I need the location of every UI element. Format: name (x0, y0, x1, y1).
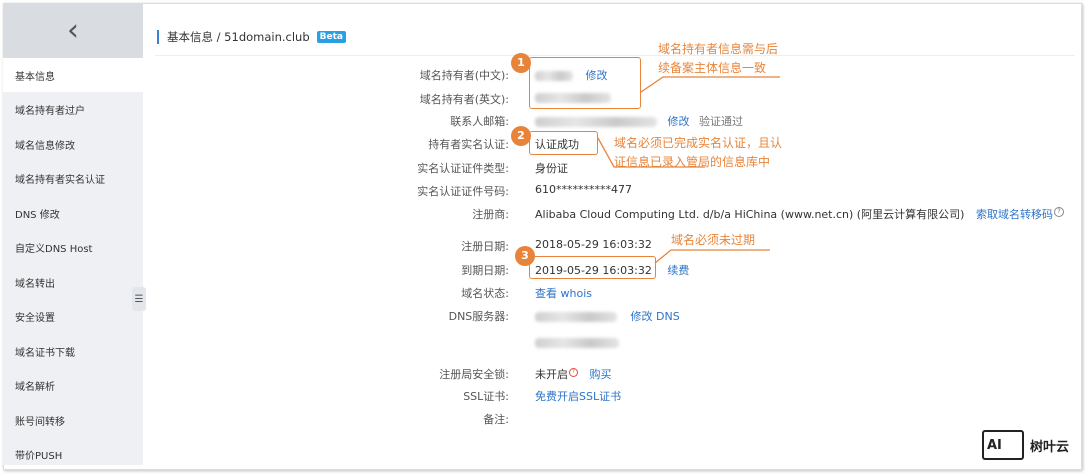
remark-label: 备注: (483, 413, 509, 426)
sidebar-item-dns-modify[interactable]: DNS 修改 (3, 196, 143, 230)
annotation-box-3 (529, 256, 656, 279)
realname-label: 持有者实名认证: (428, 138, 509, 151)
logo-text: 树叶云 (1030, 439, 1070, 455)
email-verify-status: 验证通过 (699, 115, 743, 128)
sidebar-item-label: 安全设置 (15, 312, 55, 324)
sidebar-item-label: 域名转出 (15, 278, 55, 290)
annotation-box-2 (529, 131, 598, 155)
sidebar-item-certificate[interactable]: 域名证书下载 (3, 334, 143, 368)
ssl-label: SSL证书: (463, 390, 509, 403)
lock-status: 未开启 (535, 368, 568, 381)
sidebar-item-label: 带价PUSH (15, 450, 63, 462)
status-value: 查看 whois (535, 285, 592, 301)
redacted-dns-1 (535, 312, 617, 322)
sidebar-item-label: 域名解析 (15, 381, 55, 393)
help-icon[interactable]: ? (1054, 207, 1064, 218)
annotation-badge-2: 2 (511, 126, 531, 146)
cert-type-value: 身份证 (535, 162, 568, 175)
annotation-note-1: 域名持有者信息需与后 续备案主体信息一致 (658, 40, 778, 78)
reg-date-value: 2018-05-29 16:03:32 (535, 238, 652, 251)
dns-value-2 (535, 336, 619, 349)
cert-type-label: 实名认证证件类型: (417, 162, 509, 175)
sidebar-item-label: 域名信息修改 (15, 140, 75, 152)
cert-no-label: 实名认证证件号码: (417, 185, 509, 198)
annotation-badge-1: 1 (511, 53, 531, 73)
registrar-name: Alibaba Cloud Computing Ltd. d/b/a HiChi… (535, 208, 965, 221)
chevron-left-icon: ‹ (67, 12, 79, 48)
sidebar-item-basic-info[interactable]: 基本信息 (3, 58, 143, 92)
status-label: 域名状态: (461, 287, 509, 300)
annotation-note-2: 域名必须已完成实名认证，且认 证信息已录入管局的信息库中 (614, 134, 782, 172)
sidebar-item-label: 账号间转移 (15, 416, 65, 428)
whois-link[interactable]: 查看 whois (535, 287, 592, 300)
dns-edit-link[interactable]: 修改 DNS (631, 310, 680, 323)
sidebar-item-label: 自定义DNS Host (15, 243, 93, 255)
warning-icon[interactable]: ? (569, 368, 578, 378)
transfer-code-link[interactable]: 索取域名转移码 (976, 208, 1053, 221)
dns-label: DNS服务器: (448, 310, 509, 323)
exp-date-label: 到期日期: (461, 264, 509, 277)
dns-value-1: 修改 DNS (535, 308, 680, 324)
annotation-note-2-line2: 证信息已录入管局的信息库中 (614, 155, 771, 169)
renew-link[interactable]: 续费 (667, 264, 689, 277)
registrar-value: Alibaba Cloud Computing Ltd. d/b/a HiChi… (535, 206, 964, 222)
lock-value: 未开启? 购买 (535, 366, 612, 382)
sidebar-item-price-push[interactable]: 带价PUSH (3, 437, 143, 471)
owner-cn-label: 域名持有者(中文): (419, 69, 509, 82)
cert-no-value: 610**********477 (535, 183, 632, 196)
registrar-label: 注册商: (472, 208, 509, 221)
transfer-code-wrap: 索取域名转移码? (976, 206, 1064, 222)
sidebar-item-realname-auth[interactable]: 域名持有者实名认证 (3, 161, 143, 195)
annotation-note-1-line2: 续备案主体信息一致 (658, 61, 767, 75)
lock-buy-link[interactable]: 购买 (590, 368, 612, 381)
redacted-dns-2 (535, 338, 619, 348)
reg-date-label: 注册日期: (461, 240, 509, 253)
logo-mark-text: AI (987, 437, 1002, 453)
sidebar: ‹ 基本信息 域名持有者过户 域名信息修改 域名持有者实名认证 DNS 修改 自… (3, 3, 143, 465)
redacted-email (535, 117, 657, 127)
annotation-box-1 (529, 57, 641, 109)
title-accent-bar (157, 30, 159, 44)
sidebar-item-dns-resolve[interactable]: 域名解析 (3, 368, 143, 402)
sidebar-item-account-transfer[interactable]: 账号间转移 (3, 403, 143, 437)
sidebar-item-label: 域名证书下载 (15, 347, 75, 359)
annotation-note-1-line1: 域名持有者信息需与后 (658, 42, 779, 56)
annotation-note-3: 域名必须未过期 (671, 231, 755, 250)
email-label: 联系人邮箱: (450, 115, 509, 128)
beta-badge: Beta (316, 31, 346, 43)
watermark-logo: AI 树叶云 (982, 430, 1069, 460)
sidebar-item-transfer-out[interactable]: 域名转出 (3, 265, 143, 299)
annotation-badge-3: 3 (515, 246, 535, 266)
ssl-link[interactable]: 免费开启SSL证书 (535, 390, 621, 403)
sidebar-item-custom-dns-host[interactable]: 自定义DNS Host (3, 230, 143, 264)
back-button[interactable]: ‹ (3, 3, 143, 58)
header-divider (155, 55, 1075, 56)
lock-label: 注册局安全锁: (439, 368, 509, 381)
breadcrumb: 基本信息 / 51domain.club Beta (157, 29, 346, 45)
sidebar-item-info-modify[interactable]: 域名信息修改 (3, 127, 143, 161)
sidebar-item-label: 域名持有者实名认证 (15, 174, 105, 186)
annotation-note-2-line1: 域名必须已完成实名认证，且认 (614, 136, 783, 150)
email-edit-link[interactable]: 修改 (668, 115, 690, 128)
annotation-note-3-line1: 域名必须未过期 (671, 233, 756, 247)
sidebar-item-security[interactable]: 安全设置 (3, 299, 143, 333)
sidebar-item-label: DNS 修改 (15, 209, 60, 221)
email-value: 修改 验证通过 (535, 113, 743, 129)
owner-en-label: 域名持有者(英文): (419, 93, 509, 106)
page-title: 基本信息 / 51domain.club (167, 30, 310, 44)
collapse-sidebar-icon[interactable]: ☰ (132, 287, 146, 311)
sidebar-item-label: 域名持有者过户 (15, 105, 85, 117)
ssl-value: 免费开启SSL证书 (535, 388, 621, 404)
logo-mark-icon: AI (982, 430, 1024, 460)
sidebar-item-owner-transfer[interactable]: 域名持有者过户 (3, 92, 143, 126)
sidebar-item-label: 基本信息 (15, 71, 55, 83)
